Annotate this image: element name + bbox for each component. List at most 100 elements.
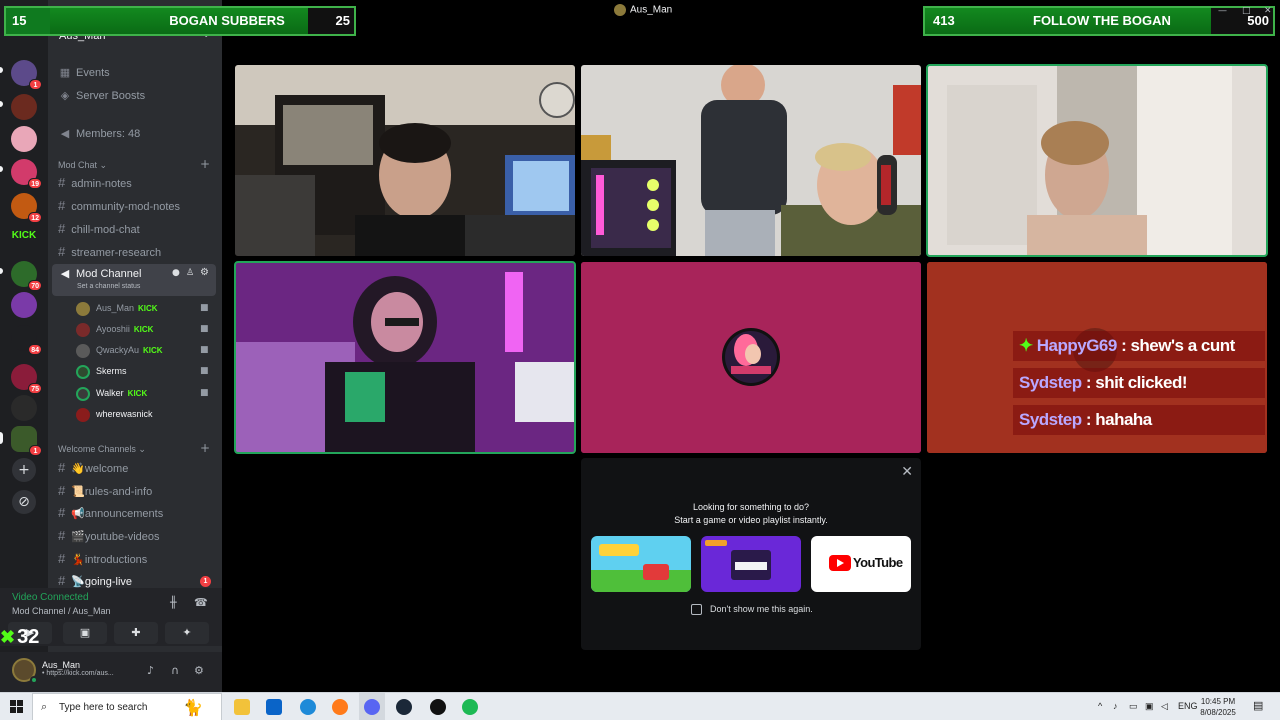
unread-pip	[0, 101, 3, 107]
activity-card-youtube[interactable]: YouTube	[811, 536, 911, 592]
voice-user[interactable]: wherewasnick	[76, 405, 153, 423]
voice-status[interactable]: Video Connected	[12, 592, 89, 603]
gear-icon[interactable]: ⚙	[200, 267, 209, 278]
kick-server-icon[interactable]: KICK	[10, 229, 38, 243]
obs-icon[interactable]	[430, 699, 446, 715]
voice-location[interactable]: Mod Channel / Aus_Man	[12, 606, 111, 616]
windows-start-icon[interactable]	[10, 700, 24, 714]
events-item[interactable]: ▦ Events	[58, 63, 110, 83]
youtube-play-icon	[829, 555, 851, 571]
channel-youtube-videos[interactable]: # 🎬youtube-videos	[58, 526, 160, 546]
hash-icon: #	[58, 505, 66, 520]
outlook-icon[interactable]	[266, 699, 282, 715]
spotify-icon[interactable]	[462, 699, 478, 715]
server-icon[interactable]: 1	[11, 426, 42, 456]
mention-badge: 70	[28, 280, 42, 291]
activity-button[interactable]: ✚	[114, 622, 158, 644]
kick-badge: KICK	[143, 346, 163, 355]
system-clock[interactable]: 10:45 PM 8/08/2025	[1196, 696, 1240, 718]
server-icon[interactable]: 1	[11, 60, 42, 90]
edge-icon[interactable]	[300, 699, 316, 715]
channel-welcome[interactable]: # 👋welcome	[58, 458, 128, 478]
activity-card-death[interactable]	[701, 536, 801, 592]
server-icon[interactable]	[11, 126, 37, 152]
server-icon[interactable]	[11, 292, 37, 318]
category-welcome[interactable]: Welcome Channels ⌄	[58, 444, 146, 455]
add-member-icon[interactable]: ♙	[186, 268, 194, 278]
chat-text: : shit clicked!	[1081, 373, 1188, 392]
server-icon[interactable]: 70	[11, 261, 42, 291]
voice-user[interactable]: Ayooshii KICK	[76, 320, 153, 338]
death-game-thumbnail	[701, 536, 801, 592]
channel-rules-and-info[interactable]: # 📜rules-and-info	[58, 481, 152, 501]
sub-current: 15	[6, 8, 50, 34]
category-mod-chat[interactable]: Mod Chat ⌄	[58, 160, 107, 171]
channel-admin-notes[interactable]: # admin-notes	[58, 173, 132, 193]
dont-show-label[interactable]: Don't show me this again.	[710, 604, 813, 614]
search-placeholder: Type here to search	[59, 702, 148, 713]
add-channel-icon[interactable]: +	[200, 157, 210, 171]
noise-suppression-icon[interactable]: ╫	[170, 596, 177, 609]
video-tile-chat[interactable]: ✦ HappyG69 : shew's a cunt Sydstep : shit…	[927, 262, 1267, 453]
server-icon[interactable]: 12	[11, 193, 42, 223]
settings-gear-icon[interactable]: ⚙	[194, 664, 204, 677]
microphone-icon[interactable]: ♪	[147, 664, 154, 677]
file-explorer-icon[interactable]	[234, 699, 250, 715]
add-server-icon[interactable]: +	[12, 458, 36, 482]
voice-user[interactable]: Aus_Man KICK	[76, 299, 158, 317]
voice-user[interactable]: Walker KICK	[76, 384, 147, 402]
members-item[interactable]: ◀ Members: 48	[58, 124, 140, 144]
channel-community-mod-notes[interactable]: # community-mod-notes	[58, 196, 180, 216]
channel-label: 📡going-live	[71, 576, 133, 588]
voice-user[interactable]: QwackyAu KICK	[76, 341, 163, 359]
merge-game-thumbnail	[591, 536, 691, 592]
video-tile-avatar[interactable]	[581, 262, 921, 453]
add-channel-icon[interactable]: +	[200, 441, 210, 455]
headphones-icon[interactable]: ∩	[171, 664, 179, 677]
disconnect-icon[interactable]: ☎	[194, 596, 208, 609]
server-icon[interactable]: 75	[11, 364, 42, 394]
server-icon[interactable]: 19	[11, 159, 42, 189]
soundboard-button[interactable]: ✦	[165, 622, 209, 644]
username[interactable]: Aus_Man	[42, 660, 80, 670]
channel-streamer-research[interactable]: # streamer-research	[58, 242, 161, 262]
voice-user[interactable]: Skerms	[76, 362, 127, 380]
server-icon[interactable]	[11, 94, 37, 120]
mention-badge: 12	[28, 212, 42, 223]
steam-icon[interactable]	[396, 699, 412, 715]
network-icon[interactable]: ▣	[1145, 701, 1154, 712]
channel-announcements[interactable]: # 📢announcements	[58, 503, 163, 523]
chevron-up-icon[interactable]: ^	[1098, 701, 1102, 711]
channel-chill-mod-chat[interactable]: # chill-mod-chat	[58, 219, 140, 239]
server-boosts-item[interactable]: ◈ Server Boosts	[58, 86, 145, 106]
close-window-icon[interactable]: ✕	[1264, 6, 1272, 16]
video-tile[interactable]	[926, 64, 1268, 257]
discord-icon[interactable]	[364, 699, 380, 715]
custom-status: • https://kick.com/aus...	[42, 670, 114, 677]
firefox-icon[interactable]	[332, 699, 348, 715]
minimize-icon[interactable]: —	[1218, 6, 1227, 16]
taskbar-search[interactable]: ⌕ Type here to search 🐈	[32, 693, 222, 720]
video-tile[interactable]	[234, 261, 576, 454]
volume-icon[interactable]: ◁	[1161, 701, 1168, 712]
display-tray-icon[interactable]: ▭	[1129, 701, 1138, 712]
activity-card-merge[interactable]	[591, 536, 691, 592]
screen-share-button[interactable]: ▣	[63, 622, 107, 644]
members-label: Members: 48	[76, 128, 141, 140]
chat-bubble-icon[interactable]: ●	[172, 268, 180, 278]
microphone-tray-icon[interactable]: ♪	[1113, 701, 1118, 711]
channel-introductions[interactable]: # 💃introductions	[58, 549, 147, 569]
close-icon[interactable]: ✕	[901, 464, 913, 480]
notifications-icon[interactable]: ▤	[1253, 699, 1263, 712]
video-tile[interactable]	[581, 65, 921, 256]
video-tile[interactable]	[235, 65, 575, 256]
server-icon[interactable]	[11, 395, 37, 421]
maximize-icon[interactable]: □	[1242, 6, 1251, 16]
category-label: Welcome Channels	[58, 444, 136, 454]
server-icon[interactable]: 84	[11, 325, 42, 355]
channel-status[interactable]: Set a channel status	[77, 283, 140, 290]
discover-icon[interactable]: ⊘	[12, 490, 36, 514]
language-indicator[interactable]: ENG	[1178, 701, 1198, 711]
mod-channel-row[interactable]: ◀ Mod Channel	[58, 264, 142, 284]
dont-show-checkbox[interactable]	[691, 604, 702, 615]
